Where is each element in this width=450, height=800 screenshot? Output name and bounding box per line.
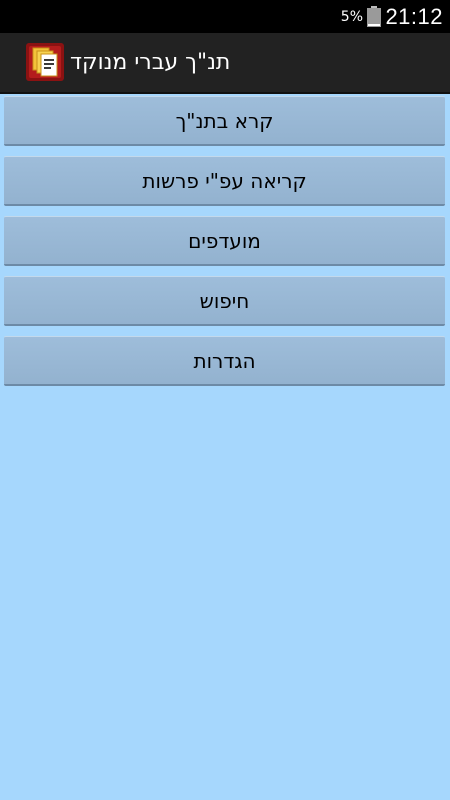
status-bar: 5% 21:12 (0, 0, 450, 33)
battery-icon (367, 6, 381, 27)
settings-button[interactable]: הגדרות (4, 336, 445, 386)
book-pages-icon[interactable] (26, 43, 64, 81)
read-by-parasha-button[interactable]: קריאה עפ"י פרשות (4, 156, 445, 206)
search-button[interactable]: חיפוש (4, 276, 445, 326)
clock: 21:12 (385, 4, 443, 29)
action-bar: תנ"ך עברי מנוקד (0, 33, 450, 94)
main-menu: קרא בתנ"ך קריאה עפ"י פרשות מועדפים חיפוש… (4, 96, 445, 396)
battery-percent: 5% (340, 9, 363, 25)
app-title: תנ"ך עברי מנוקד (70, 50, 231, 75)
read-tanakh-button[interactable]: קרא בתנ"ך (4, 96, 445, 146)
favorites-button[interactable]: מועדפים (4, 216, 445, 266)
